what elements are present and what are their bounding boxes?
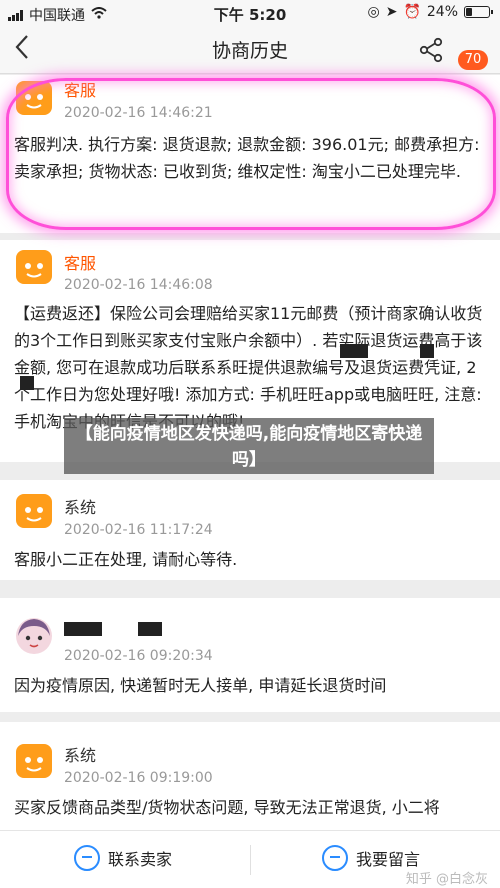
message-text: 客服判决. 执行方案: 退货退款; 退款金额: 396.01元; 邮费承担方: … [14, 135, 480, 181]
message-card: 系统 2020-02-16 11:17:24 客服小二正在处理, 请耐心等待. [0, 480, 500, 580]
message-sender: 系统 [64, 746, 97, 765]
overlay-caption: 【能向疫情地区发快递吗,能向疫情地区寄快递吗】 [64, 418, 434, 474]
nav-bar: 协商历史 70 [0, 26, 500, 74]
buyer-avatar-icon [14, 616, 54, 656]
alarm-icon: ⏰ [403, 4, 421, 20]
system-avatar-icon [14, 740, 54, 780]
redaction-block [64, 622, 102, 636]
notification-badge: 70 [458, 50, 488, 70]
message-text: 【运费返还】保险公司会理赔给买家11元邮费（预计商家确认收货的3个工作日到账买家… [14, 304, 483, 431]
contact-seller-button[interactable]: 联系卖家 [74, 845, 172, 871]
divider [250, 845, 251, 875]
message-text: 买家反馈商品类型/货物状态问题, 导致无法正常退货, 小二将 [14, 798, 440, 817]
location-icon: ➤ [385, 4, 398, 20]
battery-percent: 24% [426, 4, 458, 20]
redaction-block [138, 622, 162, 636]
watermark: 知乎 @白念灰 [405, 872, 488, 887]
service-avatar-icon [14, 246, 54, 286]
redaction-block [420, 344, 434, 358]
message-text: 客服小二正在处理, 请耐心等待. [14, 550, 238, 569]
message-time: 2020-02-16 14:46:21 [64, 105, 213, 121]
message-time: 2020-02-16 09:20:34 [64, 648, 213, 664]
status-right: ◎ ➤ ⏰ 24% [367, 4, 493, 20]
chat-icon [74, 845, 100, 871]
message-sender: 客服 [64, 254, 97, 273]
message-sender: 客服 [64, 81, 97, 100]
message-time: 2020-02-16 11:17:24 [64, 522, 213, 538]
redaction-block [340, 344, 368, 358]
battery-icon [464, 6, 493, 18]
message-card: 2020-02-16 09:20:34 因为疫情原因, 快递暂时无人接单, 申请… [0, 598, 500, 712]
redaction-block [20, 376, 34, 390]
system-avatar-icon [14, 490, 54, 530]
service-avatar-icon [14, 77, 54, 117]
lock-rotation-icon: ◎ [367, 4, 380, 20]
message-icon [322, 845, 348, 871]
message-time: 2020-02-16 09:19:00 [64, 770, 213, 786]
status-bar: 中国联通 下午 5:20 ◎ ➤ ⏰ 24% [0, 0, 500, 26]
leave-message-label: 我要留言 [356, 850, 421, 869]
contact-seller-label: 联系卖家 [108, 850, 173, 869]
message-time: 2020-02-16 14:46:08 [64, 277, 213, 293]
message-text: 因为疫情原因, 快递暂时无人接单, 申请延长退货时间 [14, 676, 387, 695]
message-sender: 系统 [64, 498, 97, 517]
message-card: 客服 2020-02-16 14:46:21 客服判决. 执行方案: 退货退款;… [0, 75, 500, 233]
message-card: 系统 2020-02-16 09:19:00 买家反馈商品类型/货物状态问题, … [0, 722, 500, 830]
share-icon[interactable] [418, 37, 444, 63]
